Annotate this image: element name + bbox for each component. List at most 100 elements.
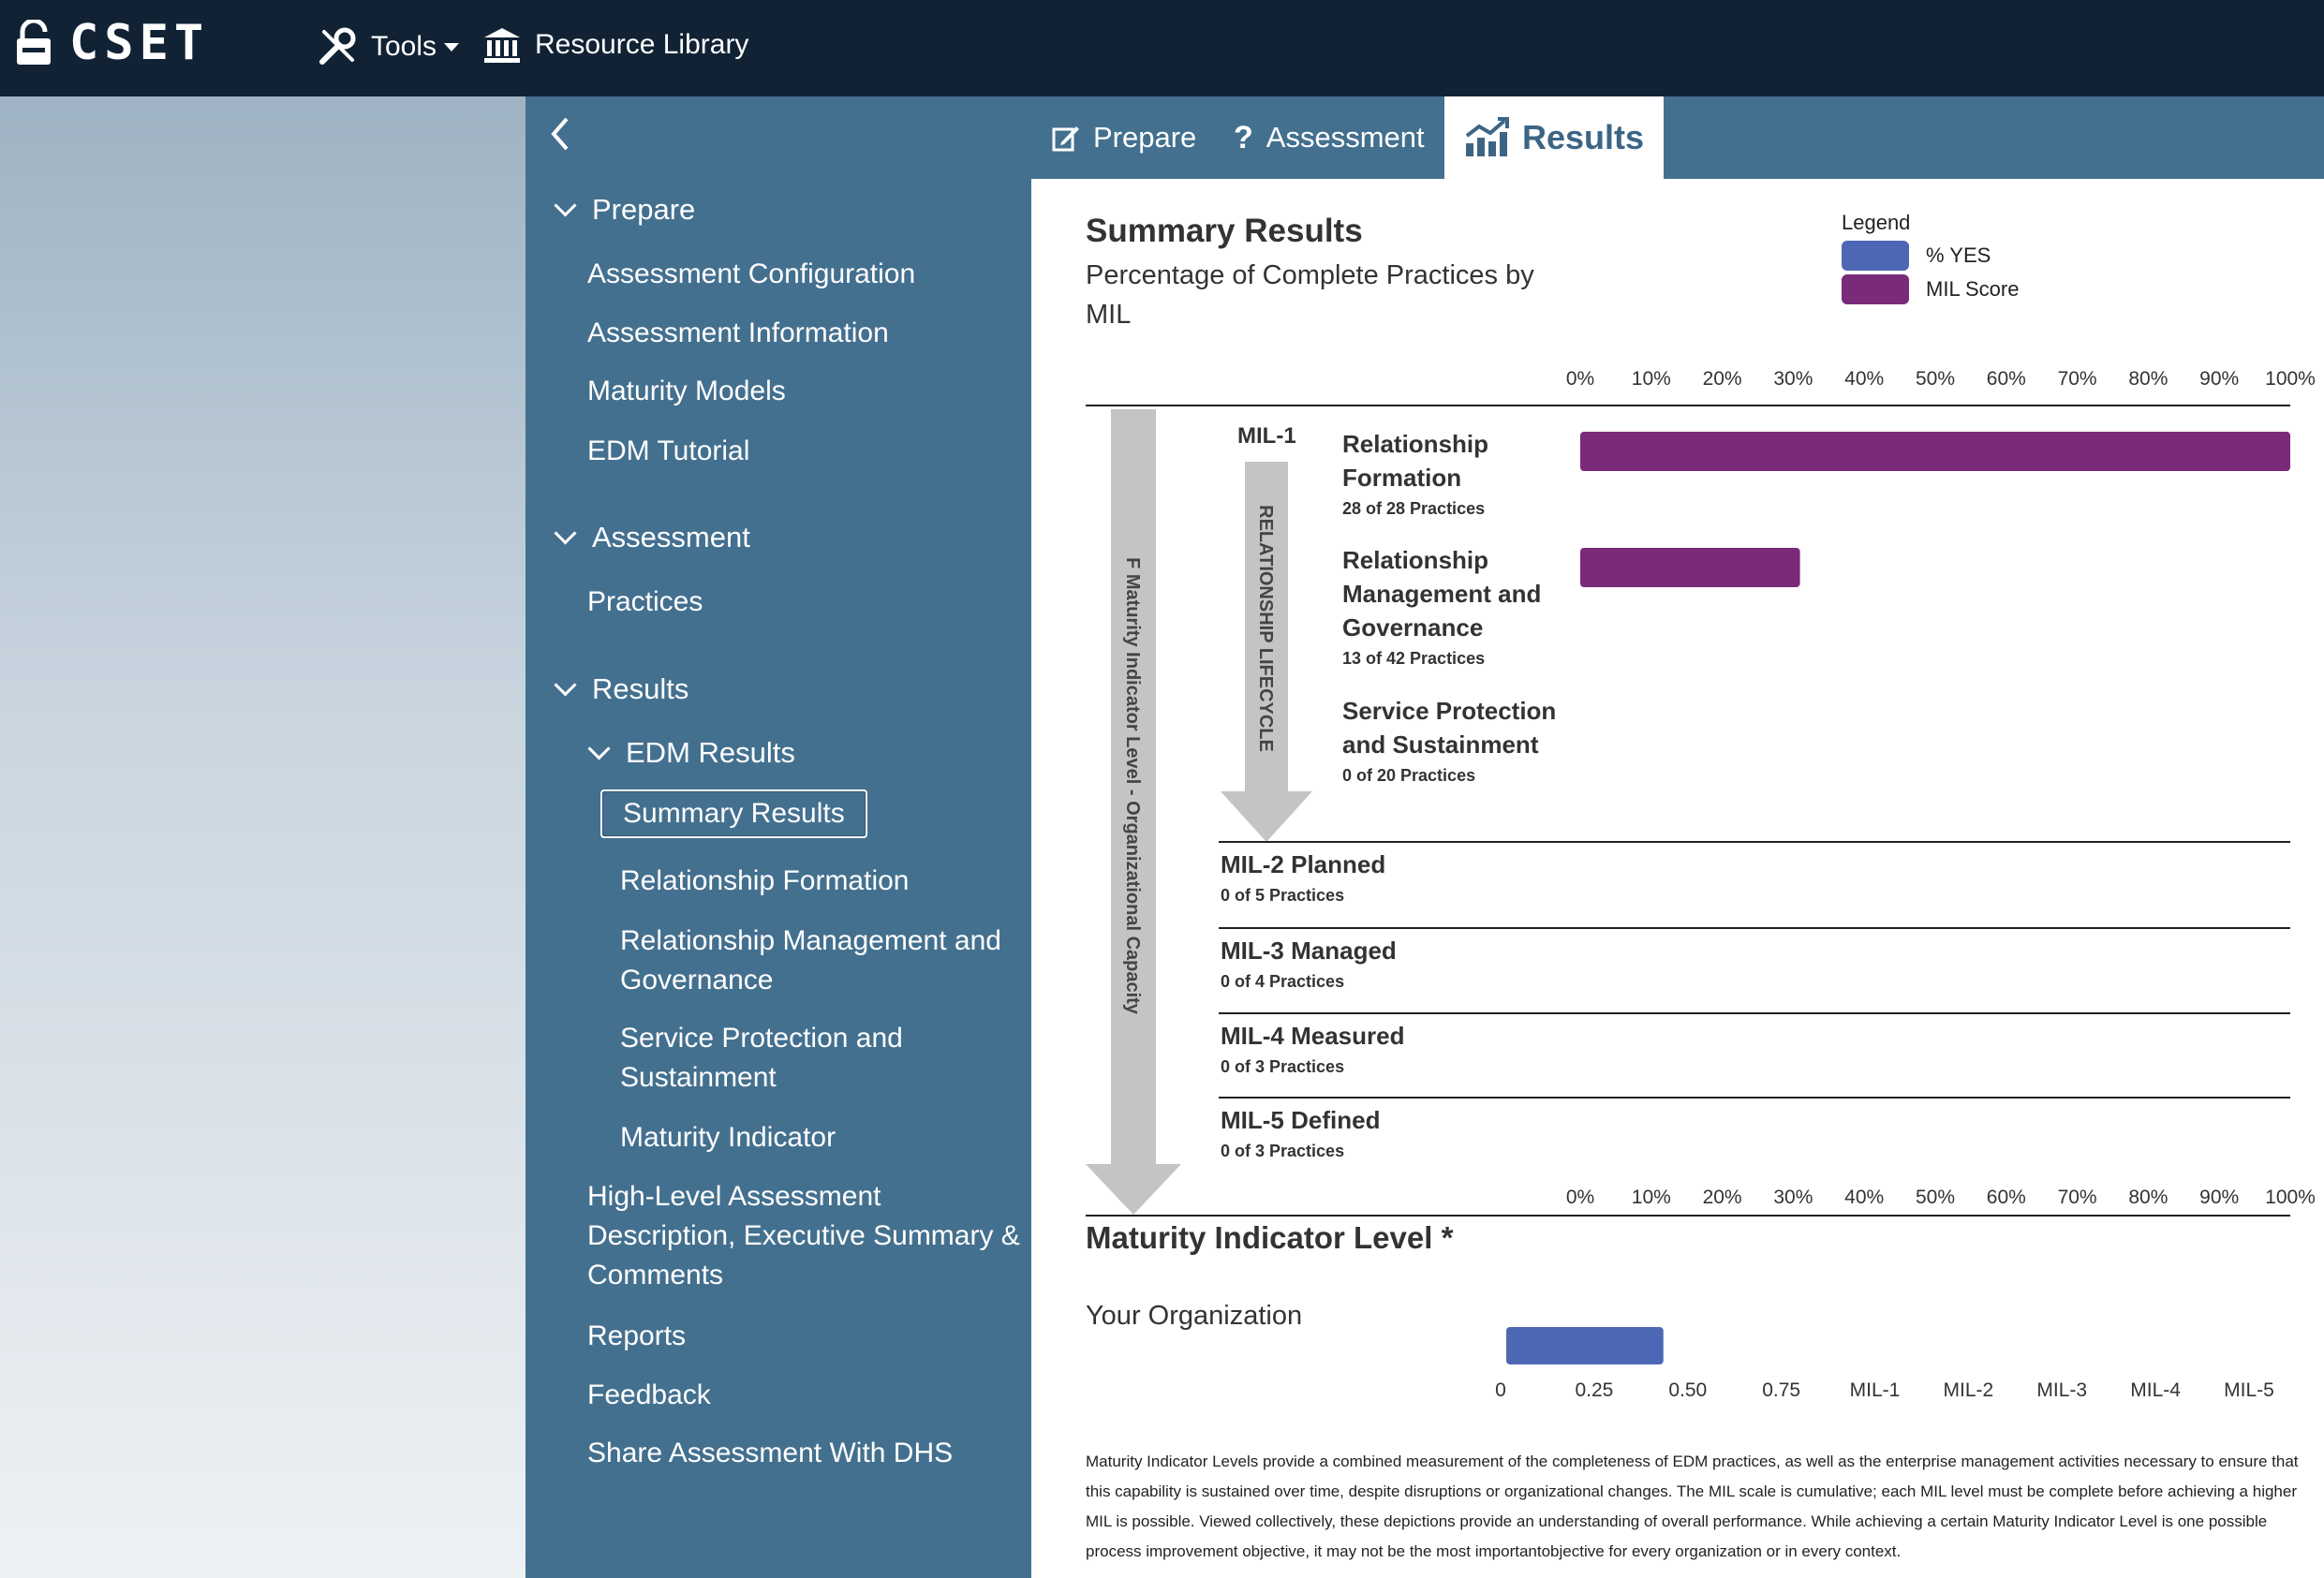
main-content: Summary Results Percentage of Complete P… (1031, 179, 2324, 1578)
x-tick-label-bottom: 40% (1844, 1187, 1884, 1208)
x-tick-label-top: 50% (1916, 368, 1955, 390)
x-tick-label-top: 80% (2128, 368, 2168, 390)
mil1-label: MIL-1 (1237, 423, 1296, 449)
resource-library-label: Resource Library (535, 29, 749, 60)
sidebar-item-label: Relationship Management and (620, 925, 1001, 956)
sidebar-group-label: Prepare (592, 193, 696, 226)
goal-name: Relationship (1342, 546, 1488, 574)
mil-level-practices: 0 of 5 Practices (1221, 886, 1344, 905)
edit-icon (1052, 124, 1080, 152)
sidebar-nav: Prepare Assessment Configuration Assessm… (525, 179, 1031, 1578)
x-tick-label: 0.75 (1762, 1379, 1800, 1401)
tab-results-label: Results (1521, 118, 1645, 156)
sidebar-group-results[interactable]: Results (554, 670, 689, 709)
goal-name: Relationship (1342, 430, 1488, 458)
mil-score-bar (1580, 548, 1800, 587)
sidebar-item-label: Service Protection and (620, 1023, 903, 1054)
sidebar-item-assessment-information[interactable]: Assessment Information (587, 314, 889, 353)
sidebar-item-assessment-configuration[interactable]: Assessment Configuration (587, 255, 915, 294)
x-tick-label-bottom: 50% (1916, 1187, 1955, 1208)
x-tick-label-top: 60% (1987, 368, 2026, 390)
sidebar-group-prepare[interactable]: Prepare (554, 190, 696, 229)
x-tick-label-bottom: 30% (1773, 1187, 1813, 1208)
x-tick-label-bottom: 100% (2265, 1187, 2316, 1208)
mil-level-name: MIL-3 Managed (1221, 936, 1397, 965)
x-tick-label-top: 20% (1703, 368, 1742, 390)
sidebar-item-label: Comments (587, 1260, 724, 1290)
outer-arrow-head (1086, 1164, 1181, 1215)
tab-assessment[interactable]: ? Assessment (1234, 96, 1425, 179)
lock-icon (17, 20, 51, 65)
x-tick-label-top: 30% (1773, 368, 1813, 390)
inner-arrow-head (1221, 791, 1312, 842)
sidebar-group-label: Results (592, 672, 689, 705)
outer-arrow-label: F Maturity Indicator Level - Organizatio… (1122, 557, 1143, 1015)
tab-prepare-label: Prepare (1093, 121, 1197, 154)
x-tick-label: MIL-5 (2224, 1379, 2274, 1401)
chart-icon (1464, 117, 1509, 158)
x-tick-label-bottom: 60% (1987, 1187, 2026, 1208)
goal-name: and Sustainment (1342, 730, 1539, 759)
sidebar-item-reports[interactable]: Reports (587, 1317, 686, 1356)
sidebar-item-relationship-management[interactable]: Relationship Management and Governance (620, 922, 1001, 1000)
mil-level-name: MIL-4 Measured (1221, 1022, 1405, 1050)
sidebar-item-service-protection[interactable]: Service Protection and Sustainment (620, 1019, 903, 1098)
x-tick-label-bottom: 80% (2128, 1187, 2168, 1208)
sidebar-item-maturity-models[interactable]: Maturity Models (587, 372, 786, 411)
x-tick-label: MIL-3 (2036, 1379, 2087, 1401)
x-tick-label-bottom: 20% (1703, 1187, 1742, 1208)
chevron-left-icon[interactable] (548, 115, 570, 162)
mil-level-practices: 0 of 3 Practices (1221, 1142, 1344, 1160)
mil-level-name: MIL-2 Planned (1221, 850, 1385, 878)
chevron-down-icon (554, 194, 577, 217)
chevron-down-icon (587, 737, 611, 760)
app-logo[interactable]: CSET (15, 15, 209, 71)
caret-down-icon (444, 42, 460, 52)
x-tick-label-bottom: 0% (1566, 1187, 1594, 1208)
maturity-indicator-chart: 0 0.25 0.50 0.75 MIL-1 MIL-2 MIL-3 MIL-4 MIL-5 (1495, 1327, 2274, 1401)
x-tick-label-top: 90% (2199, 368, 2239, 390)
summary-results-chart: 0% 0% 10% 10% 20% 20% 30% 30% 40% 40% 50% 50% 60% 60%… (1086, 368, 2316, 1217)
mil-bar (1506, 1327, 1664, 1364)
mil-score-bar (1580, 432, 2290, 471)
goal-practices: 13 of 42 Practices (1342, 649, 1485, 668)
x-tick-label: 0.50 (1668, 1379, 1707, 1401)
tools-label: Tools (371, 31, 437, 62)
mil-level-name: MIL-5 Defined (1221, 1106, 1380, 1134)
sidebar-item-practices[interactable]: Practices (587, 583, 703, 622)
goal-name: Formation (1342, 464, 1461, 492)
tools-menu[interactable]: Tools (317, 26, 460, 67)
goal-practices: 0 of 20 Practices (1342, 766, 1475, 785)
sidebar-item-edm-tutorial[interactable]: EDM Tutorial (587, 432, 749, 471)
top-navbar: CSET Tools Resource Library (0, 0, 2324, 96)
question-icon: ? (1234, 119, 1253, 155)
sidebar-item-label: Sustainment (620, 1062, 777, 1093)
mil-level-practices: 0 of 4 Practices (1221, 972, 1344, 991)
tab-prepare[interactable]: Prepare (1052, 96, 1196, 179)
mil-level-practices: 0 of 3 Practices (1221, 1057, 1344, 1076)
sidebar-group-assessment[interactable]: Assessment (554, 518, 750, 557)
x-tick-label-top: 100% (2265, 368, 2316, 390)
chevron-down-icon (554, 673, 577, 697)
sidebar-item-share-assessment[interactable]: Share Assessment With DHS (587, 1434, 953, 1473)
sidebar-item-summary-results[interactable]: Summary Results (600, 789, 867, 838)
x-tick-label: 0.25 (1575, 1379, 1613, 1401)
mil-section-title: Maturity Indicator Level * (1086, 1220, 1454, 1255)
sidebar-item-relationship-formation[interactable]: Relationship Formation (620, 862, 909, 901)
x-tick-label-top: 40% (1844, 368, 1884, 390)
chevron-down-icon (554, 522, 577, 545)
resource-library-link[interactable]: Resource Library (482, 26, 748, 64)
sidebar-group-edm-results[interactable]: EDM Results (587, 733, 795, 773)
sidebar-item-feedback[interactable]: Feedback (587, 1376, 711, 1415)
goal-practices: 28 of 28 Practices (1342, 499, 1485, 518)
x-tick-label-bottom: 90% (2199, 1187, 2239, 1208)
tab-results[interactable]: Results (1444, 96, 1664, 179)
sidebar-item-maturity-indicator[interactable]: Maturity Indicator (620, 1118, 836, 1158)
library-icon (484, 28, 520, 63)
x-tick-label: 0 (1495, 1379, 1506, 1401)
sidebar-item-high-level-assessment[interactable]: High-Level Assessment Description, Execu… (587, 1177, 1020, 1295)
inner-arrow-label: RELATIONSHIP LIFECYCLE (1255, 505, 1276, 752)
x-tick-label: MIL-4 (2130, 1379, 2181, 1401)
sidebar-group-label: EDM Results (626, 736, 795, 769)
x-tick-label-top: 0% (1566, 368, 1594, 390)
